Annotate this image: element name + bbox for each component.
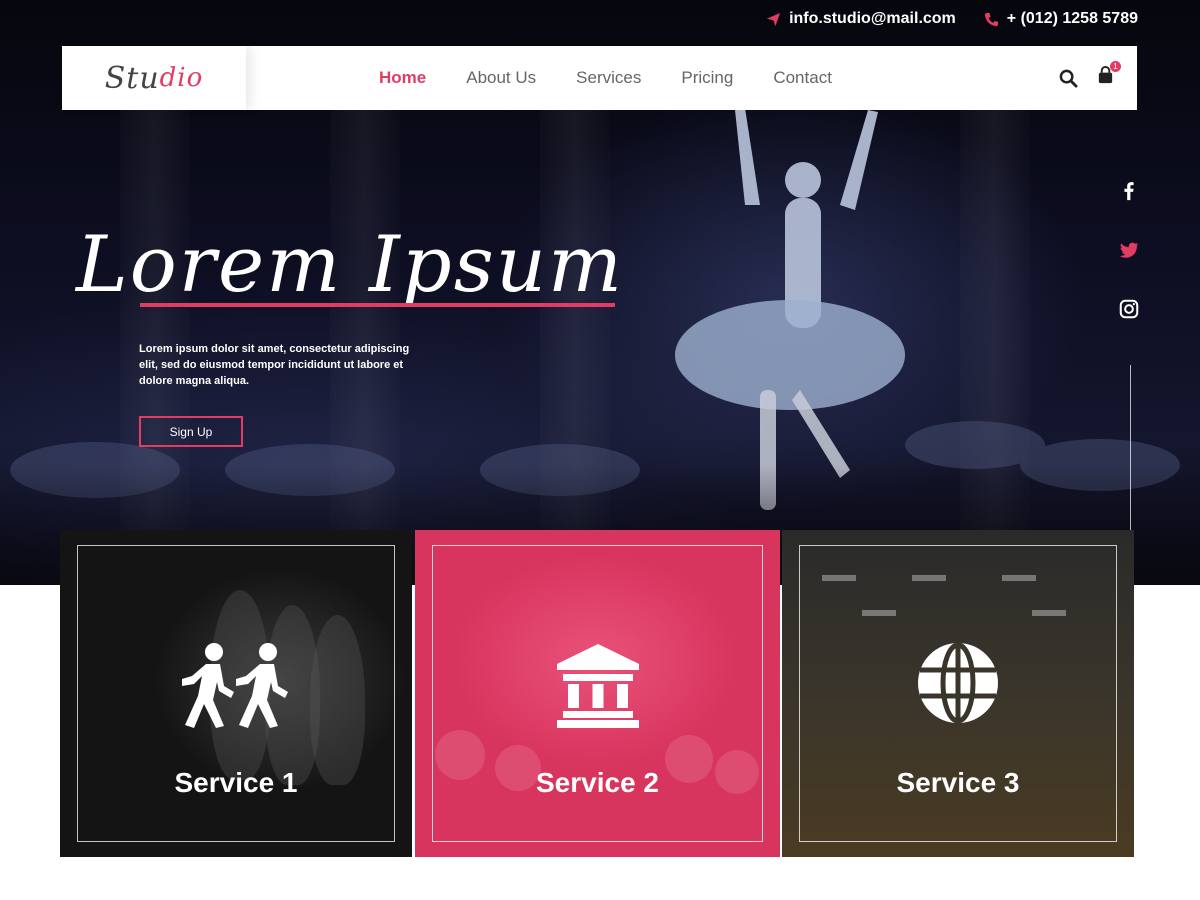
landmark-icon [556,644,639,728]
globe-icon [918,642,998,724]
nav-item-about-us[interactable]: About Us [446,68,556,88]
sign-up-button[interactable]: Sign Up [139,416,243,447]
walking-people-icon [182,643,288,728]
facebook-icon[interactable] [1118,180,1140,202]
service-card-2[interactable]: Service 2 [415,530,780,857]
studio-logo[interactable]: Stu dio [62,46,246,110]
hero-title-underline [140,303,615,307]
phone-text[interactable]: + (012) 1258 5789 [1007,10,1138,28]
contact-bar: info.studio@mail.com + (012) 1258 5789 [766,10,1138,28]
hero-title: Lorem Ipsum [76,220,624,310]
nav-item-pricing[interactable]: Pricing [661,68,753,88]
nav-menu: Home About Us Services Pricing Contact [359,68,852,88]
cart-count-badge: 1 [1110,61,1121,72]
search-icon[interactable] [1059,69,1078,88]
service-3-label: Service 3 [896,767,1020,798]
nav-actions: 1 [1059,61,1121,90]
service-1-label: Service 1 [174,767,298,798]
nav-item-services[interactable]: Services [556,68,661,88]
instagram-icon[interactable] [1118,298,1140,320]
service-card-3[interactable]: Service 3 [782,530,1134,857]
nav-item-contact[interactable]: Contact [753,68,852,88]
cart-button[interactable]: 1 [1096,61,1121,90]
phone-contact[interactable]: + (012) 1258 5789 [984,10,1138,28]
service-2-label: Service 2 [536,767,659,798]
email-contact[interactable]: info.studio@mail.com [766,10,956,28]
email-text[interactable]: info.studio@mail.com [789,10,956,28]
main-navbar: Stu dio Home About Us Services Pricing Co… [62,46,1137,110]
logo-text-part2: dio [159,63,204,93]
nav-item-home[interactable]: Home [359,68,446,88]
social-divider-line [1130,365,1131,530]
twitter-icon[interactable] [1118,239,1140,261]
paper-plane-icon [767,12,781,26]
phone-icon [984,12,998,26]
social-links [1116,180,1142,320]
hero-description: Lorem ipsum dolor sit amet, consectetur … [139,343,410,387]
service-card-1[interactable]: Service 1 [60,530,412,857]
logo-text-part1: Stu [104,60,160,96]
